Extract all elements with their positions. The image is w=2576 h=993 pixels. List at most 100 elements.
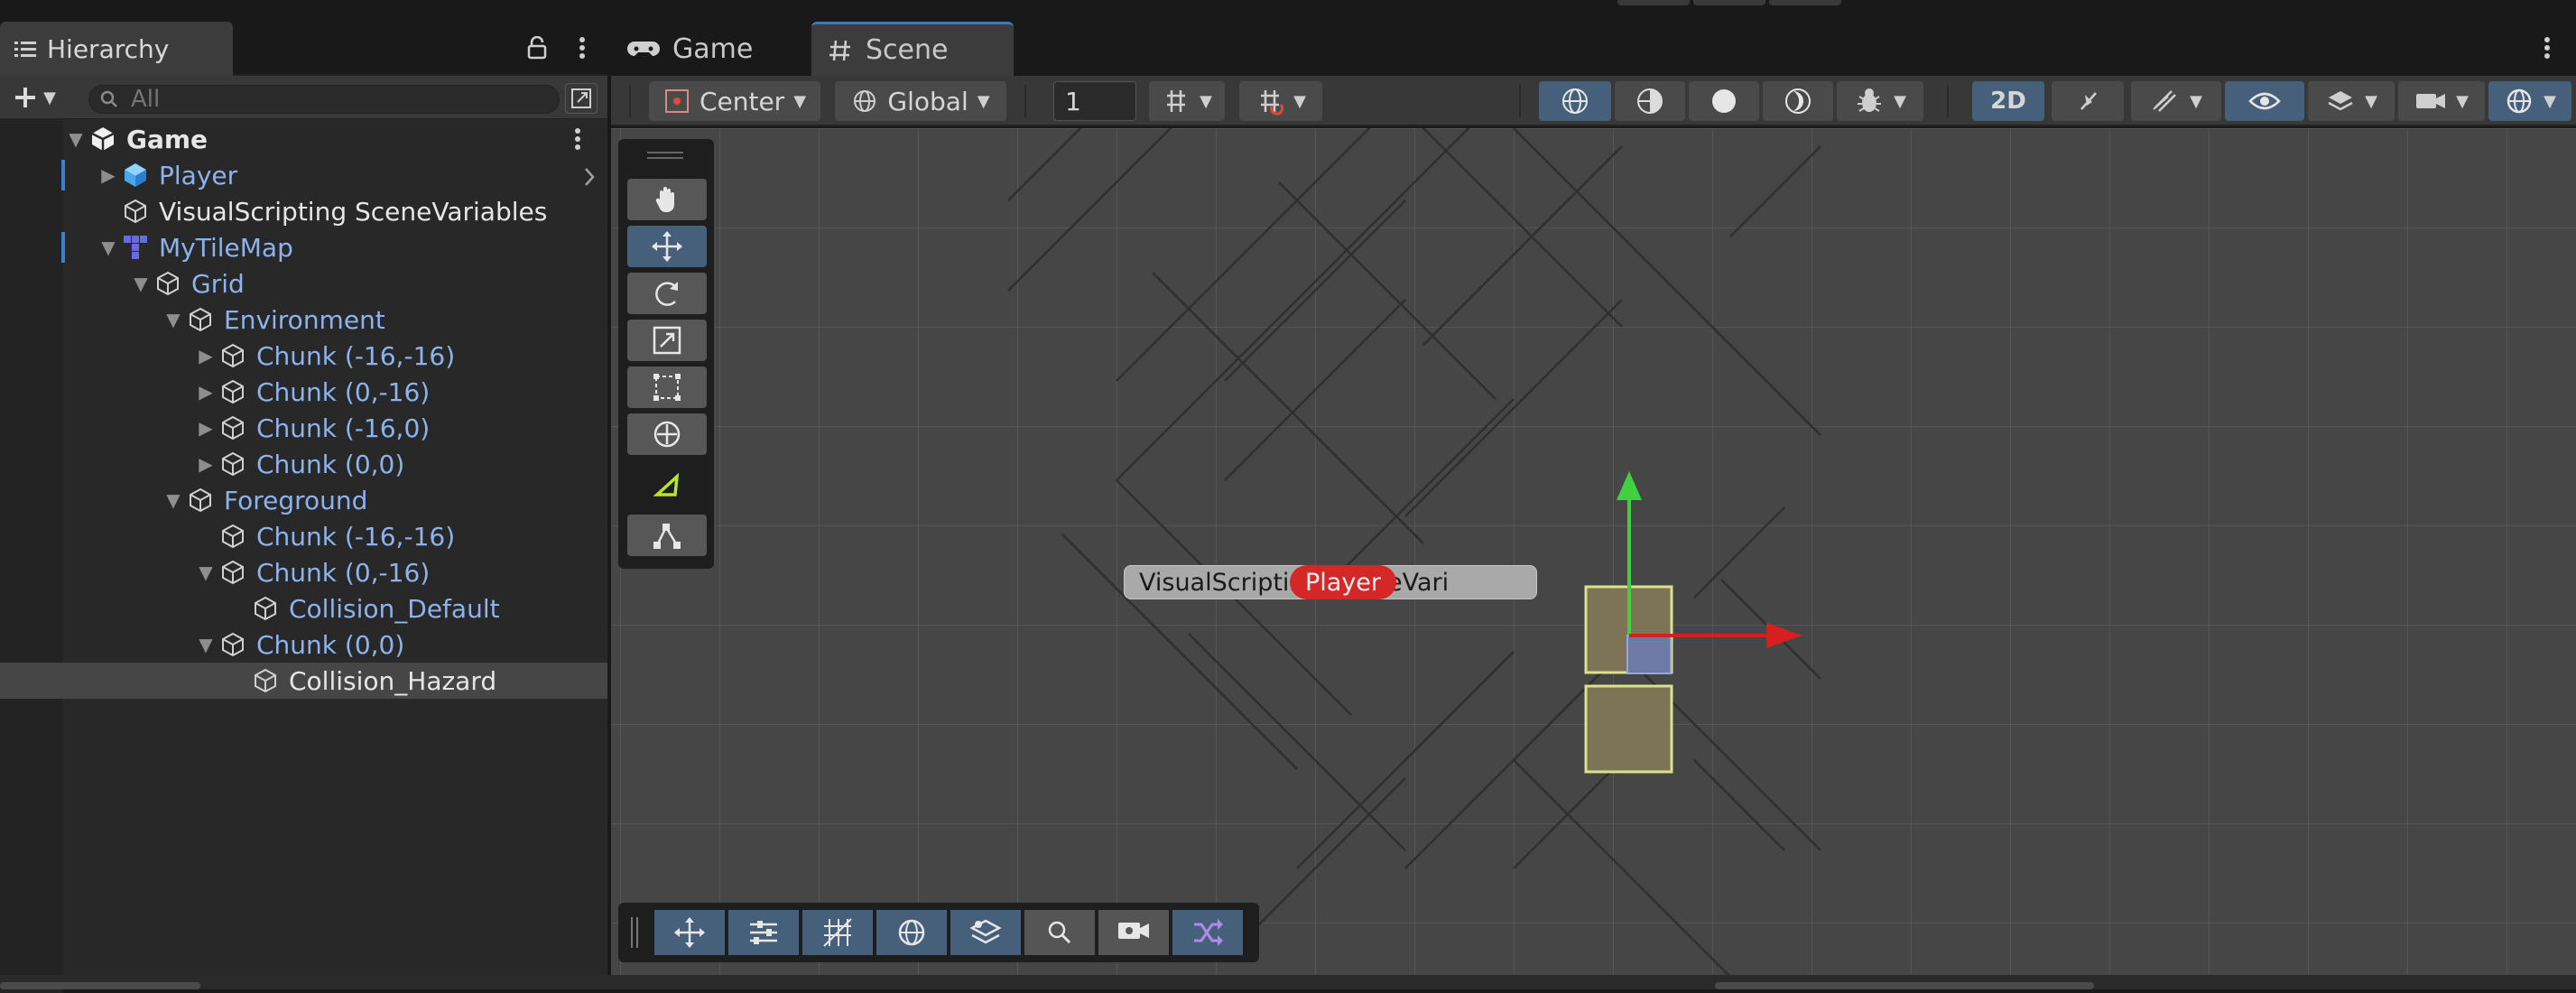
collapse-arrow-icon[interactable]: ▶ bbox=[195, 417, 217, 439]
gameobject-cube-icon bbox=[249, 592, 282, 625]
hierarchy-row-label: Collision_Hazard bbox=[289, 665, 497, 696]
hierarchy-row[interactable]: ▼ Chunk (0,-16) bbox=[0, 554, 607, 590]
scene-viewport[interactable]: VisualScripting SceneVari Player bbox=[611, 128, 2576, 975]
hash-icon bbox=[829, 40, 850, 60]
audio-fx-dropdown[interactable]: ▼ bbox=[2131, 81, 2221, 121]
open-window-icon[interactable] bbox=[565, 83, 598, 114]
increment-snap-dropdown[interactable]: ▼ bbox=[1239, 81, 1322, 121]
collapse-arrow-icon[interactable]: ▶ bbox=[195, 453, 217, 475]
expand-arrow-icon[interactable]: ▼ bbox=[195, 561, 217, 583]
view-tool-button[interactable] bbox=[627, 179, 707, 220]
align-button[interactable] bbox=[728, 910, 799, 955]
hierarchy-row[interactable]: ▶ Chunk (-16,0) bbox=[0, 410, 607, 446]
tools-overlay bbox=[618, 139, 714, 569]
collapse-arrow-icon[interactable]: ▶ bbox=[195, 381, 217, 403]
more-vert-icon[interactable] bbox=[574, 127, 581, 157]
tab-hierarchy[interactable]: Hierarchy bbox=[0, 22, 233, 76]
hierarchy-row[interactable]: ▶ Chunk (-16,-16) bbox=[0, 338, 607, 374]
expand-arrow-icon[interactable]: ▼ bbox=[65, 128, 87, 150]
camera-icon bbox=[2416, 94, 2446, 108]
create-dropdown[interactable]: ▼ bbox=[5, 83, 63, 112]
expand-arrow-icon[interactable]: ▼ bbox=[130, 273, 152, 294]
lock-icon[interactable] bbox=[524, 34, 551, 61]
chevron-down-icon: ▼ bbox=[2544, 91, 2556, 111]
hierarchy-row[interactable]: ▶ Chunk (0,-16) bbox=[0, 374, 607, 410]
scene-marker bbox=[61, 160, 65, 190]
status-scroll-thumb[interactable] bbox=[1715, 982, 2094, 989]
expand-arrow-icon[interactable]: ▼ bbox=[162, 309, 184, 330]
gameobject-cube-icon bbox=[217, 628, 249, 661]
scene-canvas[interactable] bbox=[611, 128, 2576, 975]
search-input[interactable] bbox=[129, 85, 526, 114]
hierarchy-row[interactable]: ▶ Chunk (0,0) bbox=[0, 446, 607, 482]
space-dropdown[interactable]: Global ▼ bbox=[835, 81, 1006, 121]
hierarchy-row[interactable]: Collision_Default bbox=[0, 590, 607, 626]
scene-tabbar: Game Scene bbox=[611, 18, 2576, 76]
custom-tool-button[interactable] bbox=[627, 464, 707, 506]
mode-2d-button[interactable]: 2D bbox=[1972, 81, 2044, 121]
shuffle-button[interactable] bbox=[1172, 910, 1243, 955]
expand-arrow-icon[interactable]: ▼ bbox=[97, 237, 119, 258]
hierarchy-row[interactable]: ▼ Chunk (0,0) bbox=[0, 626, 607, 663]
status-scroll-thumb[interactable] bbox=[0, 982, 200, 989]
layers-dropdown[interactable]: ▼ bbox=[2308, 81, 2395, 121]
grid-visibility-button[interactable] bbox=[802, 910, 873, 955]
pivot-dropdown[interactable]: Center ▼ bbox=[649, 81, 820, 121]
debug-draw-dropdown[interactable]: ▼ bbox=[1837, 81, 1923, 121]
rect-tool-button[interactable] bbox=[627, 367, 707, 408]
effects-icon bbox=[2153, 90, 2176, 112]
tab-scene[interactable]: Scene bbox=[811, 22, 1014, 76]
chevron-down-icon: ▼ bbox=[1293, 91, 1306, 111]
hierarchy-row[interactable]: ▼ Environment bbox=[0, 302, 607, 338]
grid-snap-dropdown[interactable]: ▼ bbox=[1149, 81, 1225, 121]
move-tool-button[interactable] bbox=[627, 226, 707, 267]
snap-increment-field[interactable]: 1 bbox=[1053, 81, 1136, 121]
expand-arrow-icon[interactable]: ▼ bbox=[195, 634, 217, 655]
more-vert-icon[interactable] bbox=[2534, 34, 2561, 61]
tab-game[interactable]: Game bbox=[611, 22, 802, 76]
edit-shape-tool-button[interactable] bbox=[627, 515, 707, 556]
overlay-grip-line bbox=[636, 917, 638, 948]
hierarchy-row[interactable]: ▶ Player bbox=[0, 157, 607, 193]
more-vert-icon[interactable] bbox=[569, 34, 596, 61]
toolbar-separator bbox=[1519, 85, 1521, 117]
gizmos-dropdown[interactable]: ▼ bbox=[2488, 81, 2571, 121]
camera-dropdown[interactable]: ▼ bbox=[2398, 81, 2485, 121]
pause-button[interactable] bbox=[1693, 0, 1765, 5]
transform-tool-button[interactable] bbox=[627, 413, 707, 455]
scene-visibility-toggle[interactable] bbox=[2225, 81, 2304, 121]
shaded-button[interactable] bbox=[1689, 81, 1759, 121]
orientation-button[interactable] bbox=[876, 910, 947, 955]
tile-palette-button[interactable] bbox=[950, 910, 1021, 955]
move-mode-button[interactable] bbox=[654, 910, 725, 955]
hierarchy-row[interactable]: ▼ Game bbox=[0, 121, 607, 157]
expand-arrow-icon[interactable]: ▼ bbox=[162, 489, 184, 511]
gameobject-cube-icon bbox=[217, 556, 249, 589]
hierarchy-row-label: Chunk (-16,-16) bbox=[256, 340, 456, 371]
rotate-tool-button[interactable] bbox=[627, 273, 707, 314]
hierarchy-row[interactable]: VisualScripting SceneVariables bbox=[0, 193, 607, 229]
search-scene-button[interactable] bbox=[1024, 910, 1095, 955]
wireframe-shading-button[interactable] bbox=[1539, 81, 1611, 121]
overlay-grip[interactable] bbox=[647, 152, 683, 153]
scale-tool-button[interactable] bbox=[627, 320, 707, 361]
chevron-right-icon[interactable] bbox=[583, 164, 596, 194]
overlay-grip[interactable] bbox=[631, 917, 633, 948]
hierarchy-row[interactable]: ▼ Foreground bbox=[0, 482, 607, 518]
collapse-arrow-icon[interactable]: ▶ bbox=[195, 345, 217, 367]
unlit-button[interactable] bbox=[1763, 81, 1833, 121]
step-button[interactable] bbox=[1769, 0, 1841, 5]
collapse-arrow-icon[interactable]: ▶ bbox=[97, 164, 119, 186]
search-field[interactable] bbox=[88, 85, 560, 114]
chevron-down-icon: ▼ bbox=[977, 91, 990, 111]
hierarchy-row[interactable]: ▼ MyTileMap bbox=[0, 229, 607, 265]
hierarchy-row[interactable]: Chunk (-16,-16) bbox=[0, 518, 607, 554]
globe-icon bbox=[898, 919, 925, 946]
hierarchy-row[interactable]: Collision_Hazard bbox=[0, 663, 607, 699]
shaded-wireframe-button[interactable] bbox=[1615, 81, 1685, 121]
lighting-toggle[interactable] bbox=[2052, 81, 2124, 121]
hierarchy-row[interactable]: ▼ Grid bbox=[0, 265, 607, 302]
play-button[interactable] bbox=[1617, 0, 1690, 5]
camera-preview-button[interactable] bbox=[1098, 910, 1169, 955]
transform-icon bbox=[653, 421, 681, 448]
